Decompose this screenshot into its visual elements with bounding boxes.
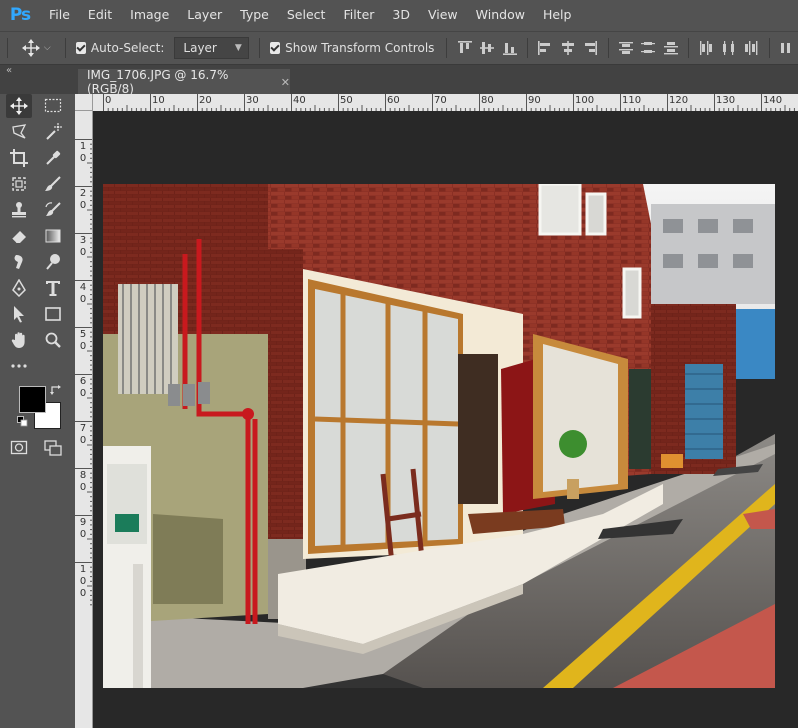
eraser-tool-icon[interactable]	[6, 224, 32, 248]
menu-3d[interactable]: 3D	[383, 0, 419, 30]
rectangle-tool-icon[interactable]	[40, 302, 66, 326]
lasso-tool-icon[interactable]	[6, 120, 32, 144]
smudge-tool-icon[interactable]	[6, 250, 32, 274]
ruler-label: 30	[246, 95, 259, 106]
menu-window[interactable]: Window	[467, 0, 534, 30]
menu-layer[interactable]: Layer	[178, 0, 231, 30]
menu-file[interactable]: File	[40, 0, 79, 30]
more-tools-icon[interactable]	[6, 354, 32, 378]
menu-select[interactable]: Select	[278, 0, 335, 30]
hand-tool-icon[interactable]	[6, 328, 32, 352]
menu-edit[interactable]: Edit	[79, 0, 121, 30]
options-bar: ⌵ Auto-Select: Layer ▼ Show Transform Co…	[0, 31, 798, 64]
ruler-label: 130	[716, 95, 736, 106]
show-transform-checkbox[interactable]	[269, 42, 281, 54]
ruler-label: 80	[481, 95, 494, 106]
align-vcenter-icon[interactable]	[476, 40, 499, 56]
move-tool-icon[interactable]	[6, 94, 32, 118]
align-right-icon[interactable]	[579, 40, 602, 56]
frame-tool-icon[interactable]	[6, 172, 32, 196]
ruler-label: 50	[79, 329, 87, 352]
distribute-right-icon[interactable]	[740, 40, 763, 56]
ruler-label: 70	[434, 95, 447, 106]
zoom-tool-icon[interactable]	[40, 328, 66, 352]
auto-select-label: Auto-Select:	[90, 41, 165, 55]
vertical-ruler[interactable]: 10 20 30 40 50 60 70 80 90 100	[75, 111, 93, 728]
swap-colors-icon[interactable]	[50, 384, 61, 398]
move-tool-preset-icon[interactable]	[21, 39, 40, 57]
distribute-vcenter-icon[interactable]	[637, 40, 660, 56]
ruler-label: 80	[79, 470, 87, 493]
ruler-label: 10	[79, 141, 87, 164]
ruler-label: 100	[575, 95, 595, 106]
ruler-origin[interactable]	[75, 94, 93, 111]
gradient-tool-icon[interactable]	[40, 224, 66, 248]
ruler-label: 30	[79, 235, 87, 258]
dodge-tool-icon[interactable]	[40, 250, 66, 274]
document-tab-title: IMG_1706.JPG @ 16.7% (RGB/8)	[87, 68, 229, 96]
menu-view[interactable]: View	[419, 0, 467, 30]
auto-select-dropdown[interactable]: Layer ▼	[174, 37, 249, 59]
distribute-top-icon[interactable]	[614, 40, 637, 56]
distribute-bottom-icon[interactable]	[660, 40, 683, 56]
history-brush-tool-icon[interactable]	[40, 198, 66, 222]
document-tab-bar: « IMG_1706.JPG @ 16.7% (RGB/8) ✕	[0, 64, 798, 96]
align-left-icon[interactable]	[534, 40, 557, 56]
ruler-label: 110	[622, 95, 642, 106]
ruler-label: 100	[79, 564, 87, 599]
menu-image[interactable]: Image	[121, 0, 178, 30]
ruler-label: 10	[152, 95, 165, 106]
ruler-label: 20	[79, 188, 87, 211]
ruler-label: 20	[199, 95, 212, 106]
crop-tool-icon[interactable]	[6, 146, 32, 170]
ruler-label: 60	[79, 376, 87, 399]
chevron-down-icon[interactable]: ⌵	[44, 43, 51, 53]
brush-tool-icon[interactable]	[40, 172, 66, 196]
close-icon[interactable]: ✕	[281, 76, 290, 89]
eyedropper-tool-icon[interactable]	[40, 146, 66, 170]
ruler-label: 50	[340, 95, 353, 106]
auto-select-value: Layer	[183, 41, 217, 55]
default-colors-icon[interactable]	[17, 416, 28, 430]
stamp-tool-icon[interactable]	[6, 198, 32, 222]
foreground-color-fill	[20, 387, 45, 412]
tools-panel	[0, 94, 76, 728]
document-canvas[interactable]	[93, 111, 798, 728]
ruler-label: 90	[528, 95, 541, 106]
path-select-tool-icon[interactable]	[6, 302, 32, 326]
pen-tool-icon[interactable]	[6, 276, 32, 300]
photoshop-logo[interactable]: Ps	[0, 5, 40, 25]
show-transform-label: Show Transform Controls	[285, 41, 435, 55]
ruler-label: 40	[79, 282, 87, 305]
magic-wand-tool-icon[interactable]	[40, 120, 66, 144]
ruler-label: 0	[105, 95, 112, 106]
align-hcenter-icon[interactable]	[556, 40, 579, 56]
foreground-color-swatch[interactable]	[19, 386, 46, 413]
ruler-label: 40	[293, 95, 306, 106]
quick-mask-icon[interactable]	[6, 436, 32, 460]
align-bottom-icon[interactable]	[498, 40, 521, 56]
screen-mode-icon[interactable]	[40, 436, 66, 460]
align-top-icon[interactable]	[453, 40, 476, 56]
menu-type[interactable]: Type	[231, 0, 278, 30]
document-tab[interactable]: IMG_1706.JPG @ 16.7% (RGB/8) ✕	[78, 68, 290, 96]
photo-image	[103, 184, 775, 688]
ruler-label: 60	[387, 95, 400, 106]
ruler-label: 70	[79, 423, 87, 446]
menu-help[interactable]: Help	[534, 0, 581, 30]
marquee-tool-icon[interactable]	[40, 94, 66, 118]
auto-align-layers-icon[interactable]	[776, 40, 798, 56]
ruler-label: 140	[763, 95, 783, 106]
ruler-label: 120	[669, 95, 689, 106]
menu-bar: Ps File Edit Image Layer Type Select Fil…	[0, 0, 798, 30]
menu-filter[interactable]: Filter	[334, 0, 383, 30]
auto-select-checkbox[interactable]	[75, 42, 86, 54]
ruler-label: 90	[79, 517, 87, 540]
collapse-panel-icon[interactable]: «	[6, 65, 12, 76]
chevron-down-icon: ▼	[234, 43, 242, 53]
distribute-hcenter-icon[interactable]	[718, 40, 741, 56]
type-tool-icon[interactable]	[40, 276, 66, 300]
horizontal-ruler[interactable]: 0 10 20 30 40 50 60 70 80 90 100 110 120 130 140	[93, 94, 798, 112]
distribute-left-icon[interactable]	[695, 40, 718, 56]
